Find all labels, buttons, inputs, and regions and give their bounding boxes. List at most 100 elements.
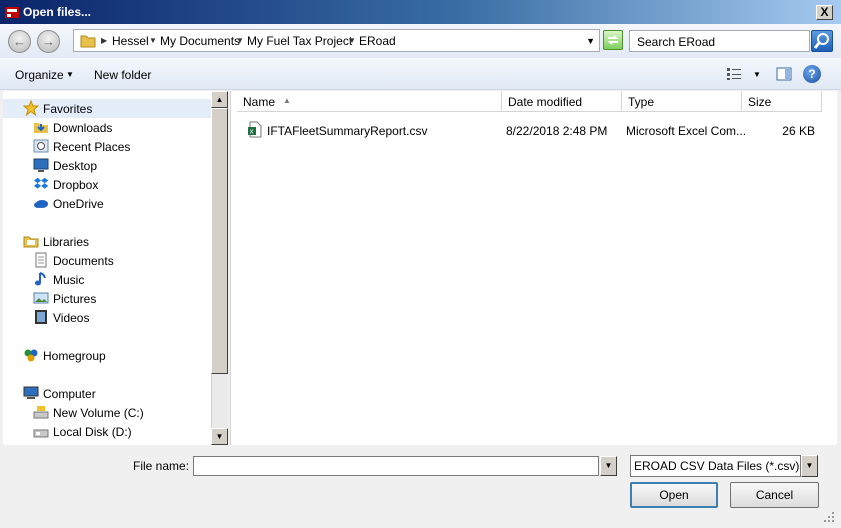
nav-item-desktop[interactable]: Desktop [3, 156, 211, 175]
preview-pane-icon[interactable] [776, 66, 792, 82]
nav-item-videos[interactable]: Videos [3, 308, 211, 327]
sort-ascending-icon: ▲ [283, 96, 291, 105]
documents-icon [35, 252, 47, 268]
chevron-down-icon[interactable]: ▼ [348, 34, 356, 48]
nav-item-downloads[interactable]: Downloads [3, 118, 211, 137]
computer-icon [23, 386, 39, 399]
breadcrumb-item-my-documents[interactable]: My Documents [160, 34, 240, 48]
svg-text:x: x [250, 128, 254, 136]
nav-item-libraries[interactable]: Libraries [3, 232, 211, 251]
nav-item-pictures[interactable]: Pictures [3, 289, 211, 308]
breadcrumb[interactable]: ▶ Hessel ▼ My Documents ▼ My Fuel Tax Pr… [73, 29, 600, 52]
new-folder-button[interactable]: New folder [94, 68, 151, 82]
chevron-right-icon[interactable]: ▶ [101, 34, 107, 48]
nav-item-dropbox[interactable]: Dropbox [3, 175, 211, 194]
scroll-up-button[interactable]: ▲ [211, 91, 228, 108]
chevron-down-icon[interactable]: ▼ [236, 34, 244, 48]
downloads-folder-icon [34, 123, 48, 133]
view-options-icon[interactable] [726, 67, 742, 81]
search-button[interactable] [811, 30, 833, 52]
resize-grip-icon[interactable] [822, 510, 836, 524]
column-header-name[interactable]: Name ▲ [237, 91, 502, 112]
open-button[interactable]: Open [630, 482, 718, 508]
forward-button[interactable]: → [37, 30, 60, 53]
column-header-date[interactable]: Date modified [502, 91, 622, 112]
music-icon [35, 272, 46, 286]
nav-item-label: Desktop [53, 159, 98, 173]
nav-item-label: Dropbox [53, 178, 99, 192]
libraries-icon [23, 236, 39, 248]
window-title: Open files... [23, 5, 92, 19]
file-name-input[interactable] [193, 456, 599, 476]
file-type-cell: Microsoft Excel Com... [626, 124, 747, 138]
organize-menu[interactable]: Organize [15, 68, 64, 82]
column-header-label: Type [628, 95, 655, 109]
nav-item-onedrive[interactable]: OneDrive [3, 194, 211, 213]
chevron-down-icon[interactable]: ▼ [753, 70, 761, 80]
arrow-right-icon: → [42, 34, 55, 49]
nav-item-computer[interactable]: Computer [3, 384, 211, 403]
cancel-button[interactable]: Cancel [730, 482, 819, 508]
search-input[interactable]: Search ERoad [629, 30, 810, 52]
scroll-thumb[interactable] [211, 108, 228, 374]
dropbox-icon [33, 177, 49, 189]
nav-item-documents[interactable]: Documents [3, 251, 211, 270]
file-size-cell: 26 KB [782, 124, 815, 138]
nav-item-homegroup[interactable]: Homegroup [3, 346, 211, 365]
nav-item-label: Music [53, 273, 85, 287]
nav-item-favorites[interactable]: Favorites [3, 99, 211, 118]
drive-c-icon [33, 406, 49, 419]
address-dropdown-icon[interactable]: ▼ [586, 34, 595, 48]
breadcrumb-item-hessel[interactable]: Hessel [112, 34, 149, 48]
back-button[interactable]: ← [8, 30, 31, 53]
scroll-down-button[interactable]: ▼ [211, 428, 228, 445]
star-icon [23, 100, 39, 116]
search-placeholder: Search ERoad [637, 35, 716, 49]
nav-item-drive-d[interactable]: Local Disk (D:) [3, 422, 211, 441]
column-header-size[interactable]: Size [742, 91, 822, 112]
app-icon [5, 7, 19, 18]
nav-item-music[interactable]: Music [3, 270, 211, 289]
file-name-cell[interactable]: IFTAFleetSummaryReport.csv [267, 124, 427, 138]
nav-item-label: Recent Places [53, 140, 131, 154]
folder-icon [80, 35, 96, 48]
file-date-cell: 8/22/2018 2:48 PM [506, 124, 608, 138]
breadcrumb-item-eroad[interactable]: ERoad [359, 34, 396, 48]
videos-icon [35, 310, 47, 324]
navigation-pane[interactable]: Favorites Downloads Recent Places Deskto… [3, 91, 211, 445]
file-list[interactable] [230, 91, 837, 445]
column-header-type[interactable]: Type [622, 91, 742, 112]
drive-d-icon [33, 429, 49, 438]
chevron-down-icon[interactable]: ▼ [149, 34, 157, 48]
excel-csv-file-icon: x [248, 121, 262, 138]
file-type-dropdown-button[interactable]: ▼ [801, 455, 818, 477]
breadcrumb-item-project[interactable]: My Fuel Tax Project [247, 34, 352, 48]
nav-item-label: Documents [53, 254, 114, 268]
recent-places-icon [33, 139, 49, 153]
arrow-left-icon: ← [13, 34, 26, 49]
column-header-label: Date modified [508, 95, 583, 109]
onedrive-icon [34, 200, 48, 208]
nav-item-label: Favorites [43, 102, 93, 116]
nav-item-label: Pictures [53, 292, 97, 306]
nav-item-label: Libraries [43, 235, 90, 249]
title-bar [0, 0, 841, 24]
close-button[interactable]: X [816, 5, 833, 20]
homegroup-icon [24, 349, 38, 362]
nav-item-label: Local Disk (D:) [53, 425, 132, 439]
search-icon [813, 33, 829, 49]
file-name-dropdown-button[interactable]: ▼ [600, 456, 617, 476]
chevron-down-icon[interactable]: ▼ [66, 70, 74, 80]
nav-item-label: Videos [53, 311, 90, 325]
refresh-icon [607, 35, 619, 45]
nav-item-label: OneDrive [53, 197, 104, 211]
nav-item-label: Computer [43, 387, 96, 401]
column-header-label: Name [243, 95, 276, 109]
nav-item-drive-c[interactable]: New Volume (C:) [3, 403, 211, 422]
help-button[interactable]: ? [803, 65, 821, 83]
file-type-filter-value: EROAD CSV Data Files (*.csv) [634, 459, 800, 473]
file-name-label: File name: [133, 459, 190, 473]
nav-item-recent-places[interactable]: Recent Places [3, 137, 211, 156]
nav-item-label: New Volume (C:) [53, 406, 144, 420]
refresh-button[interactable] [603, 30, 623, 50]
